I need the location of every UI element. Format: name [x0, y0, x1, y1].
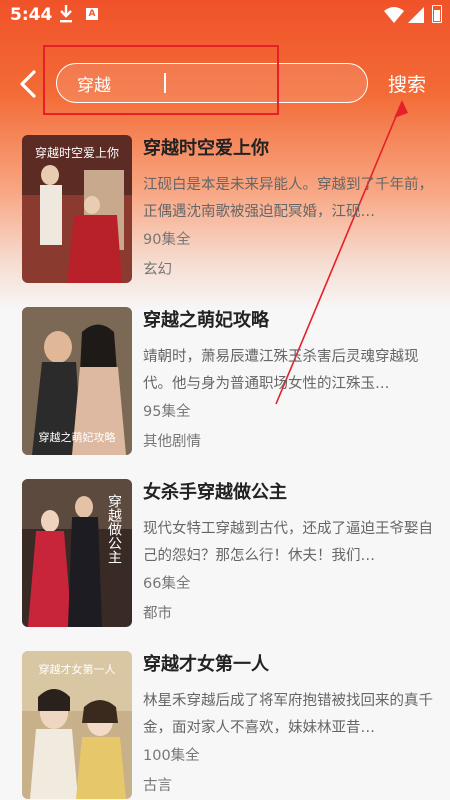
- search-button[interactable]: 搜索: [388, 70, 426, 97]
- list-item[interactable]: 穿越之萌妃攻略 穿越之萌妃攻略 靖朝时，萧易辰遭江殊玉杀害后灵魂穿越现代。他与身…: [22, 302, 432, 455]
- list-item[interactable]: 穿越才女第一人 穿越才女第一人 林星禾穿越后成了将军府抱错被找回来的真千金，面对…: [22, 646, 433, 799]
- genre-tag: 玄幻: [143, 262, 172, 278]
- drama-description: 现代女特工穿越到古代，还成了逼迫王爷娶自己的怨妇？那怎么行！休夫！我们…: [143, 521, 433, 564]
- episode-count: 100集全: [143, 748, 200, 764]
- cover-image: 穿越做公主: [22, 479, 132, 627]
- cover-title: 穿越做公主: [106, 494, 122, 564]
- list-item[interactable]: 穿越做公主 女杀手穿越做公主 现代女特工穿越到古代，还成了逼迫王爷娶自己的怨妇？…: [22, 474, 433, 627]
- annotation-highlight-box: [43, 45, 279, 115]
- drama-description: 江砚白是本是未来异能人。穿越到了千年前，正偶遇沈南歌被强迫配冥婚，江砚…: [143, 177, 433, 220]
- signal-icon: [408, 7, 424, 23]
- wifi-icon: [384, 7, 404, 23]
- episode-count: 66集全: [143, 576, 191, 592]
- drama-title: 穿越才女第一人: [143, 654, 269, 675]
- battery-icon: [432, 5, 442, 23]
- cover-image: 穿越时空爱上你: [22, 135, 132, 283]
- status-time: 5:44: [10, 5, 53, 25]
- cover-image: 穿越之萌妃攻略: [22, 307, 132, 455]
- drama-title: 女杀手穿越做公主: [143, 482, 287, 503]
- cover-title: 穿越才女第一人: [39, 662, 116, 676]
- a-badge-icon: A: [86, 8, 98, 20]
- list-item[interactable]: 穿越时空爱上你 穿越时空爱上你 江砚白是本是未来异能人。穿越到了千年前，正偶遇沈…: [22, 130, 433, 283]
- episode-count: 90集全: [143, 232, 191, 248]
- cover-image: 穿越才女第一人: [22, 651, 132, 799]
- drama-title: 穿越时空爱上你: [143, 138, 269, 159]
- genre-tag: 都市: [143, 606, 172, 622]
- genre-tag: 古言: [143, 778, 172, 794]
- drama-title: 穿越之萌妃攻略: [143, 310, 269, 331]
- back-arrow-icon[interactable]: [16, 68, 42, 100]
- cover-title: 穿越时空爱上你: [35, 145, 119, 160]
- genre-tag: 其他剧情: [143, 434, 201, 450]
- drama-description: 林星禾穿越后成了将军府抱错被找回来的真千金，面对家人不喜欢，妹妹林亚昔…: [143, 693, 433, 736]
- cover-title: 穿越之萌妃攻略: [39, 430, 116, 444]
- episode-count: 95集全: [143, 404, 191, 420]
- download-icon: [60, 5, 72, 23]
- status-bar: 5:44 A: [0, 0, 450, 30]
- drama-description: 靖朝时，萧易辰遭江殊玉杀害后灵魂穿越现代。他与身为普通职场女性的江殊玉…: [143, 349, 419, 392]
